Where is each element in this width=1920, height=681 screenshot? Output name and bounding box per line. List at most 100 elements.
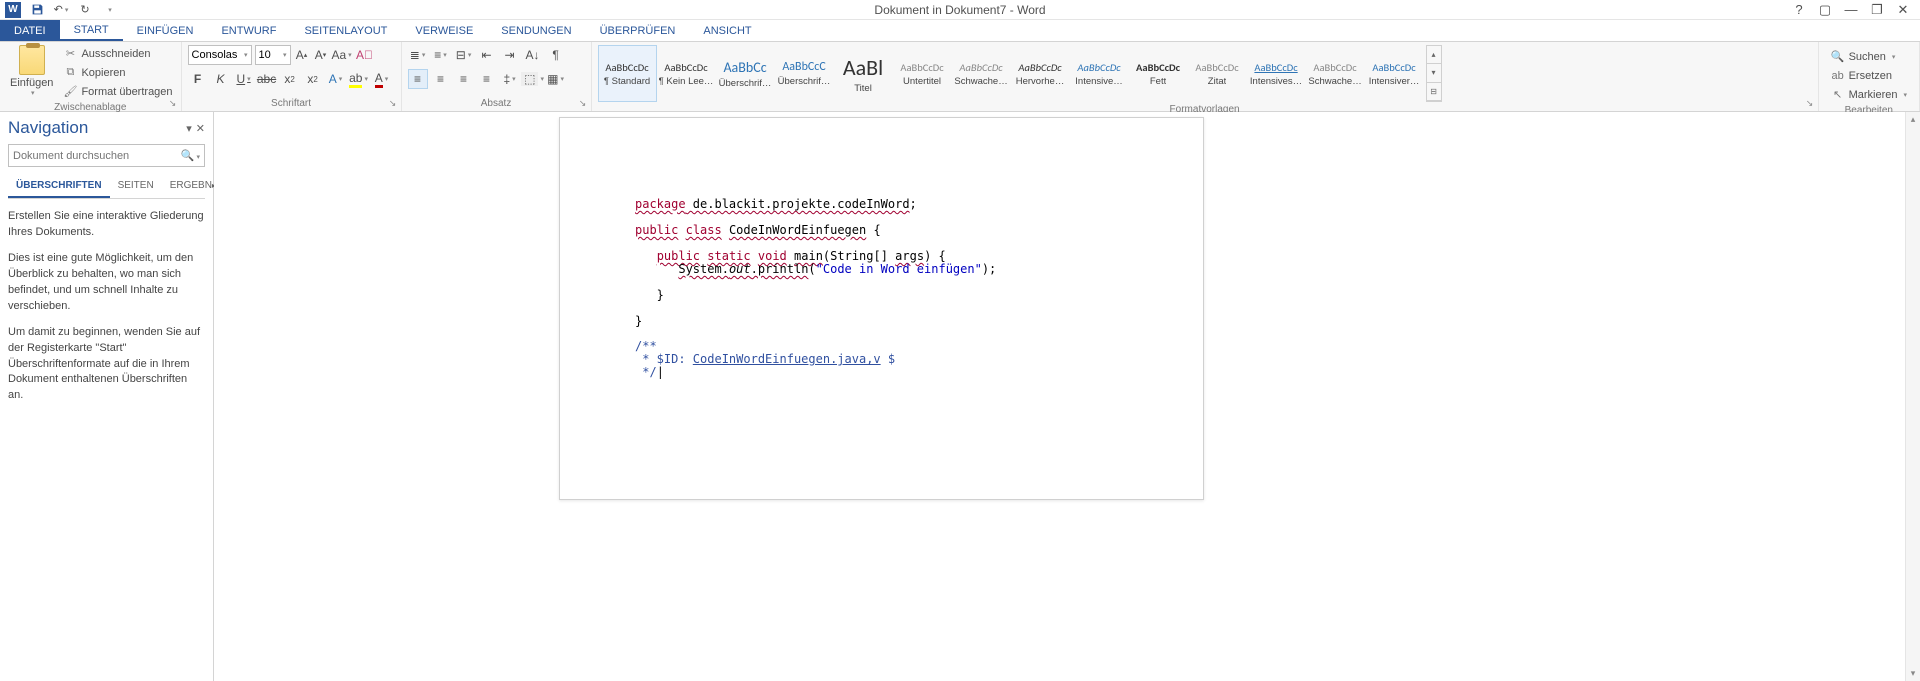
cursor-icon: ↖	[1831, 88, 1845, 102]
undo-icon[interactable]: ↶▾	[52, 1, 70, 19]
italic-button[interactable]: K	[211, 69, 231, 89]
font-group-label: Schriftart	[188, 96, 395, 111]
nav-close-icon[interactable]: ✕	[196, 122, 205, 135]
font-size-select[interactable]: 10▾	[255, 45, 291, 65]
scroll-down-icon[interactable]: ▾	[1906, 666, 1920, 681]
style-item-9[interactable]: AaBbCcDcFett	[1129, 45, 1188, 102]
strikethrough-button[interactable]: abc	[257, 69, 277, 89]
close-icon[interactable]: ✕	[1894, 1, 1912, 19]
style-item-6[interactable]: AaBbCcDcSchwache…	[952, 45, 1011, 102]
clear-formatting-icon[interactable]: A⃠	[355, 45, 375, 65]
style-item-4[interactable]: AaBlTitel	[834, 45, 893, 102]
shrink-font-icon[interactable]: A▾	[313, 45, 329, 65]
text-effects-icon[interactable]: A▾	[326, 69, 346, 89]
replace-button[interactable]: abErsetzen	[1829, 67, 1909, 84]
find-button[interactable]: 🔍Suchen▾	[1829, 48, 1909, 65]
cut-button[interactable]: ✂Ausschneiden	[61, 45, 174, 62]
font-color-icon[interactable]: A▾	[372, 69, 392, 89]
style-item-10[interactable]: AaBbCcDcZitat	[1188, 45, 1247, 102]
font-name-select[interactable]: Consolas▾	[188, 45, 252, 65]
search-icon[interactable]: 🔍▾	[181, 149, 200, 162]
document-page[interactable]: package de.blackit.projekte.codeInWord; …	[559, 117, 1204, 500]
change-case-icon[interactable]: Aa▾	[332, 45, 352, 65]
justify-icon[interactable]: ≡	[477, 69, 497, 89]
styles-scroll[interactable]: ▴▾⊟	[1426, 45, 1442, 102]
decrease-indent-icon[interactable]: ⇤	[477, 45, 497, 65]
numbering-icon[interactable]: ≡▾	[431, 45, 451, 65]
borders-icon[interactable]: ▦▾	[546, 69, 566, 89]
nav-tab-headings[interactable]: ÜBERSCHRIFTEN	[8, 175, 110, 198]
tab-references[interactable]: VERWEISE	[401, 20, 487, 41]
tab-mailings[interactable]: SENDUNGEN	[487, 20, 585, 41]
style-item-11[interactable]: AaBbCcDcIntensives…	[1247, 45, 1306, 102]
select-button[interactable]: ↖Markieren▾	[1829, 86, 1909, 103]
navigation-pane: Navigation ▾ ✕ 🔍▾ ÜBERSCHRIFTEN SEITEN E…	[0, 112, 214, 681]
tab-start[interactable]: START	[60, 20, 123, 41]
tab-view[interactable]: ANSICHT	[689, 20, 765, 41]
align-left-icon[interactable]: ≡	[408, 69, 428, 89]
style-item-5[interactable]: AaBbCcDcUntertitel	[893, 45, 952, 102]
search-input[interactable]: 🔍▾	[8, 144, 205, 167]
replace-icon: ab	[1831, 69, 1845, 83]
tab-layout[interactable]: SEITENLAYOUT	[290, 20, 401, 41]
window-title: Dokument in Dokument7 - Word	[874, 3, 1045, 17]
line-spacing-icon[interactable]: ‡▾	[500, 69, 520, 89]
tab-insert[interactable]: EINFÜGEN	[123, 20, 208, 41]
shading-icon[interactable]: ⬚▾	[523, 69, 543, 89]
tab-file[interactable]: DATEI	[0, 20, 60, 41]
style-item-3[interactable]: AaBbCcCÜberschrif…	[775, 45, 834, 102]
bold-button[interactable]: F	[188, 69, 208, 89]
style-item-7[interactable]: AaBbCcDcHervorhe…	[1011, 45, 1070, 102]
scissors-icon: ✂	[63, 47, 77, 61]
scroll-up-icon[interactable]: ▴	[1906, 112, 1920, 127]
grow-font-icon[interactable]: A▴	[294, 45, 310, 65]
multilevel-list-icon[interactable]: ⊟▾	[454, 45, 474, 65]
format-painter-button[interactable]: 🖌Format übertragen	[61, 83, 174, 100]
qat-customize-icon[interactable]: ▾	[100, 1, 118, 19]
word-app-icon[interactable]: W	[4, 1, 22, 19]
copy-icon: ⧉	[63, 66, 77, 80]
style-item-0[interactable]: AaBbCcDc¶ Standard	[598, 45, 657, 102]
font-dialog-launcher[interactable]: ↘	[387, 97, 399, 109]
paragraph-dialog-launcher[interactable]: ↘	[577, 97, 589, 109]
vertical-scrollbar[interactable]: ▴ ▾	[1905, 112, 1920, 681]
align-right-icon[interactable]: ≡	[454, 69, 474, 89]
styles-dialog-launcher[interactable]: ↘	[1804, 97, 1816, 109]
clipboard-dialog-launcher[interactable]: ↘	[167, 97, 179, 109]
ribbon-display-icon[interactable]: ▢	[1816, 1, 1834, 19]
sort-icon[interactable]: A↓	[523, 45, 543, 65]
tab-design[interactable]: ENTWURF	[207, 20, 290, 41]
minimize-icon[interactable]: —	[1842, 1, 1860, 19]
style-item-8[interactable]: AaBbCcDcIntensive…	[1070, 45, 1129, 102]
help-icon[interactable]: ?	[1790, 1, 1808, 19]
clipboard-group-label: Zwischenablage	[6, 100, 175, 115]
tab-review[interactable]: ÜBERPRÜFEN	[586, 20, 690, 41]
nav-dropdown-icon[interactable]: ▾	[186, 122, 192, 135]
paintbrush-icon: 🖌	[63, 85, 77, 99]
restore-icon[interactable]: ❐	[1868, 1, 1886, 19]
search-icon: 🔍	[1831, 50, 1845, 64]
style-item-2[interactable]: AaBbCcÜberschrif…	[716, 45, 775, 102]
superscript-button[interactable]: x2	[303, 69, 323, 89]
style-item-1[interactable]: AaBbCcDc¶ Kein Lee…	[657, 45, 716, 102]
paste-button[interactable]: Einfügen ▾	[6, 45, 57, 100]
subscript-button[interactable]: x2	[280, 69, 300, 89]
bullets-icon[interactable]: ≣▾	[408, 45, 428, 65]
paragraph-group-label: Absatz	[408, 96, 585, 111]
save-icon[interactable]	[28, 1, 46, 19]
search-field[interactable]	[13, 150, 181, 162]
show-marks-icon[interactable]: ¶	[546, 45, 566, 65]
redo-icon[interactable]: ↻	[76, 1, 94, 19]
copy-button[interactable]: ⧉Kopieren	[61, 64, 174, 81]
style-item-13[interactable]: AaBbCcDcIntensiver…	[1365, 45, 1424, 102]
nav-hint-1: Erstellen Sie eine interaktive Gliederun…	[8, 209, 205, 241]
document-area[interactable]: package de.blackit.projekte.codeInWord; …	[214, 112, 1920, 681]
highlight-icon[interactable]: ab▾	[349, 69, 369, 89]
nav-tab-pages[interactable]: SEITEN	[110, 175, 162, 198]
align-center-icon[interactable]: ≡	[431, 69, 451, 89]
increase-indent-icon[interactable]: ⇥	[500, 45, 520, 65]
underline-button[interactable]: U▾	[234, 69, 254, 89]
nav-hint-3: Um damit zu beginnen, wenden Sie auf der…	[8, 325, 205, 405]
style-item-12[interactable]: AaBbCcDcSchwache…	[1306, 45, 1365, 102]
paste-label: Einfügen	[10, 77, 53, 89]
